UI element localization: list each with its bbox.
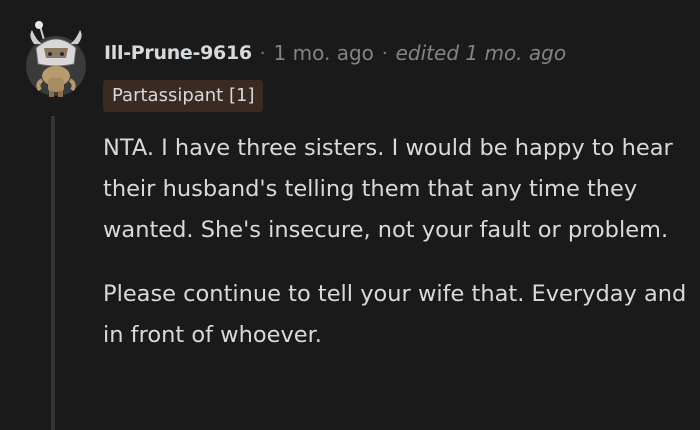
edited-label: edited 1 mo. ago [395,41,567,65]
comment-paragraph: Please continue to tell your wife that. … [103,281,687,348]
meta-separator: · [381,42,388,64]
comment-paragraph: NTA. I have three sisters. I would be ha… [103,135,673,243]
user-flair: Partassipant [1] [103,80,264,112]
comment-header: Ill-Prune-9616 · 1 mo. ago · edited 1 mo… [104,36,566,70]
comment: Ill-Prune-9616 · 1 mo. ago · edited 1 mo… [0,0,700,430]
thread-collapse-line[interactable] [51,116,55,430]
comment-timestamp[interactable]: 1 mo. ago [274,41,374,65]
comment-body: NTA. I have three sisters. I would be ha… [103,128,693,356]
username-link[interactable]: Ill-Prune-9616 [104,42,252,64]
user-avatar[interactable] [22,18,90,102]
snoo-avatar-icon [26,21,86,97]
meta-separator: · [259,42,266,64]
